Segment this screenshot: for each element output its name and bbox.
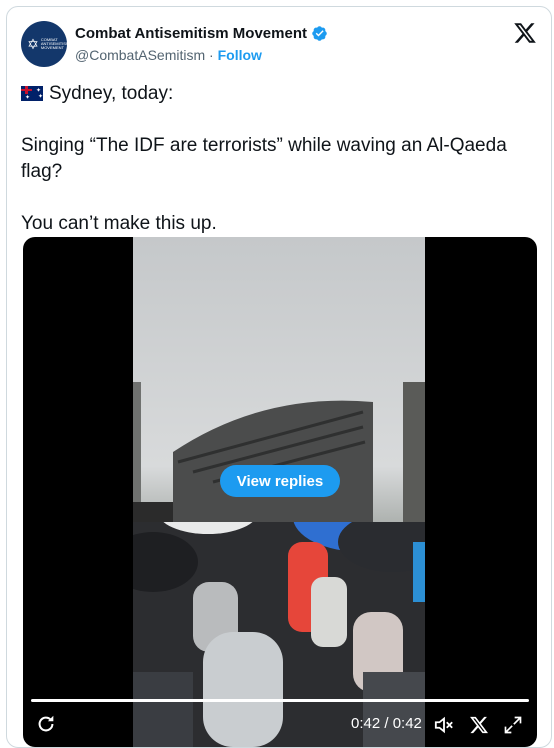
tweet-text: ✦ ✦ ✦ Sydney, today: Singing “The IDF ar… xyxy=(21,81,541,237)
author-handle[interactable]: @CombatASemitism xyxy=(75,47,205,63)
video-progress-bar[interactable] xyxy=(31,699,529,702)
follow-button[interactable]: Follow xyxy=(218,47,262,63)
x-logo-icon[interactable] xyxy=(513,21,537,45)
expand-icon[interactable] xyxy=(503,715,523,735)
x-logo-icon[interactable] xyxy=(469,715,489,735)
tweet-card: ✡ COMBAT ANTISEMITISM MOVEMENT Combat An… xyxy=(6,6,552,748)
author-name[interactable]: Combat Antisemitism Movement xyxy=(75,25,307,42)
video-time: 0:42 / 0:42 xyxy=(351,715,422,732)
tweet-line-1: Sydney, today: xyxy=(49,83,174,104)
avatar-text: COMBAT ANTISEMITISM MOVEMENT xyxy=(40,37,70,50)
separator: · xyxy=(209,47,214,63)
view-replies-button[interactable]: View replies xyxy=(220,465,340,497)
avatar-logo: ✡ COMBAT ANTISEMITISM MOVEMENT xyxy=(27,35,70,52)
tweet-line-location: ✦ ✦ ✦ Sydney, today: xyxy=(21,81,541,107)
tweet-line-2: Singing “The IDF are terrorists” while w… xyxy=(21,135,507,182)
star-of-david-icon: ✡ xyxy=(27,35,39,52)
australia-flag-icon: ✦ ✦ ✦ xyxy=(21,86,43,101)
bridge-image xyxy=(133,382,425,522)
mute-icon[interactable] xyxy=(433,715,455,735)
verified-badge-icon xyxy=(312,26,327,41)
video-player[interactable]: View replies 0:42 / 0:42 xyxy=(23,237,537,747)
avatar[interactable]: ✡ COMBAT ANTISEMITISM MOVEMENT xyxy=(21,21,70,67)
author-handle-row: @CombatASemitism · Follow xyxy=(75,47,262,63)
replay-icon[interactable] xyxy=(35,713,57,735)
author-name-row[interactable]: Combat Antisemitism Movement xyxy=(75,25,328,42)
video-controls: 0:42 / 0:42 xyxy=(23,707,537,747)
tweet-line-3: You can’t make this up. xyxy=(21,213,217,234)
